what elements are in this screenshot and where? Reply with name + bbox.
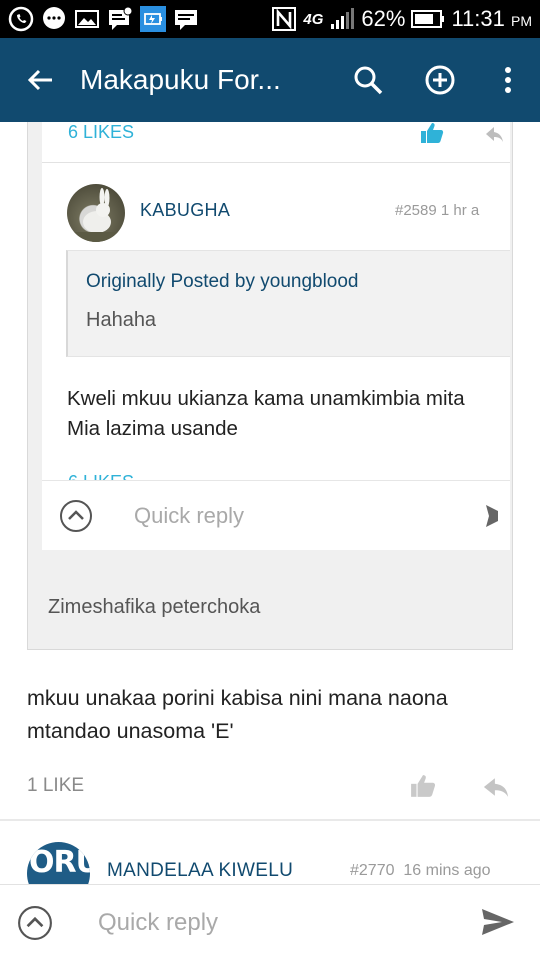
quick-reply-input[interactable]: Quick reply [98, 909, 218, 937]
battery-percent: 62% [361, 6, 406, 31]
quick-reply-bar: Quick reply [0, 884, 540, 960]
divider [42, 162, 510, 163]
quote-author: Originally Posted by youngblood [86, 271, 359, 292]
shared-post-card: 6 LIKES KABUGHA #2589 1 hr a Originally … [27, 122, 513, 650]
app-bar: Makapuku For... [0, 38, 540, 122]
search-button[interactable] [332, 38, 404, 122]
search-icon [354, 66, 383, 95]
avatar[interactable]: ORU [27, 842, 90, 884]
reply-icon[interactable] [484, 124, 504, 149]
image-icon [74, 6, 100, 32]
expand-up-icon[interactable] [59, 499, 93, 538]
overflow-menu-icon [505, 67, 511, 93]
clock: 11:31 PM [451, 6, 532, 31]
chat-icon [173, 6, 199, 32]
status-bar: 4G 62% 11:31 PM [0, 0, 540, 38]
post-body-line: Kweli mkuu ukianza kama unamkimbia mita [67, 387, 465, 410]
post-body: Kweli mkuu ukianza kama unamkimbia mita … [67, 384, 507, 444]
post-meta: #2770 16 mins ago [350, 862, 491, 879]
back-button[interactable] [0, 38, 80, 122]
avatar-text: ORU [29, 845, 90, 880]
post-username[interactable]: KABUGHA [140, 200, 230, 221]
battery-icon [411, 6, 445, 32]
thumbs-up-icon[interactable] [420, 122, 444, 149]
post-meta: #2589 1 hr a [395, 202, 480, 219]
shared-by-text: Zimeshafika peterchoka [48, 596, 261, 618]
quote-block: Originally Posted by youngblood Hahaha [66, 250, 510, 357]
send-icon[interactable] [486, 503, 498, 534]
thumbs-up-icon[interactable] [410, 774, 436, 803]
embedded-quick-reply-bar: Quick reply [42, 480, 510, 550]
post-username[interactable]: MANDELAA KIWELU [107, 860, 293, 882]
overflow-menu-button[interactable] [476, 38, 540, 122]
message-alert-icon [107, 6, 133, 32]
divider [0, 819, 540, 821]
signal-icon [329, 6, 355, 32]
nfc-icon [271, 6, 297, 32]
add-circle-icon [425, 65, 455, 95]
battery-saver-icon [140, 6, 166, 32]
back-arrow-icon [27, 69, 52, 91]
page-title: Makapuku For... [80, 64, 281, 95]
quote-text: Hahaha [86, 309, 157, 331]
send-icon [482, 909, 514, 935]
likes-count[interactable]: 1 LIKE [27, 775, 84, 797]
likes-count[interactable]: 6 LIKES [68, 122, 134, 143]
reply-icon[interactable] [482, 776, 510, 803]
post-body: mkuu unakaa porini kabisa nini mana naon… [27, 686, 448, 743]
messages-icon [41, 6, 67, 32]
expand-up-icon[interactable] [17, 905, 53, 946]
quick-reply-input[interactable]: Quick reply [134, 503, 244, 529]
likes-count[interactable]: 6 LIKES [68, 472, 134, 480]
add-button[interactable] [404, 38, 476, 122]
network-label: 4G [303, 10, 324, 28]
avatar[interactable] [67, 184, 125, 242]
send-button[interactable] [480, 907, 516, 942]
whatsapp-icon [8, 6, 34, 32]
post-body-line: Mia lazima usande [67, 417, 238, 440]
thread-content[interactable]: 6 LIKES KABUGHA #2589 1 hr a Originally … [0, 122, 540, 884]
